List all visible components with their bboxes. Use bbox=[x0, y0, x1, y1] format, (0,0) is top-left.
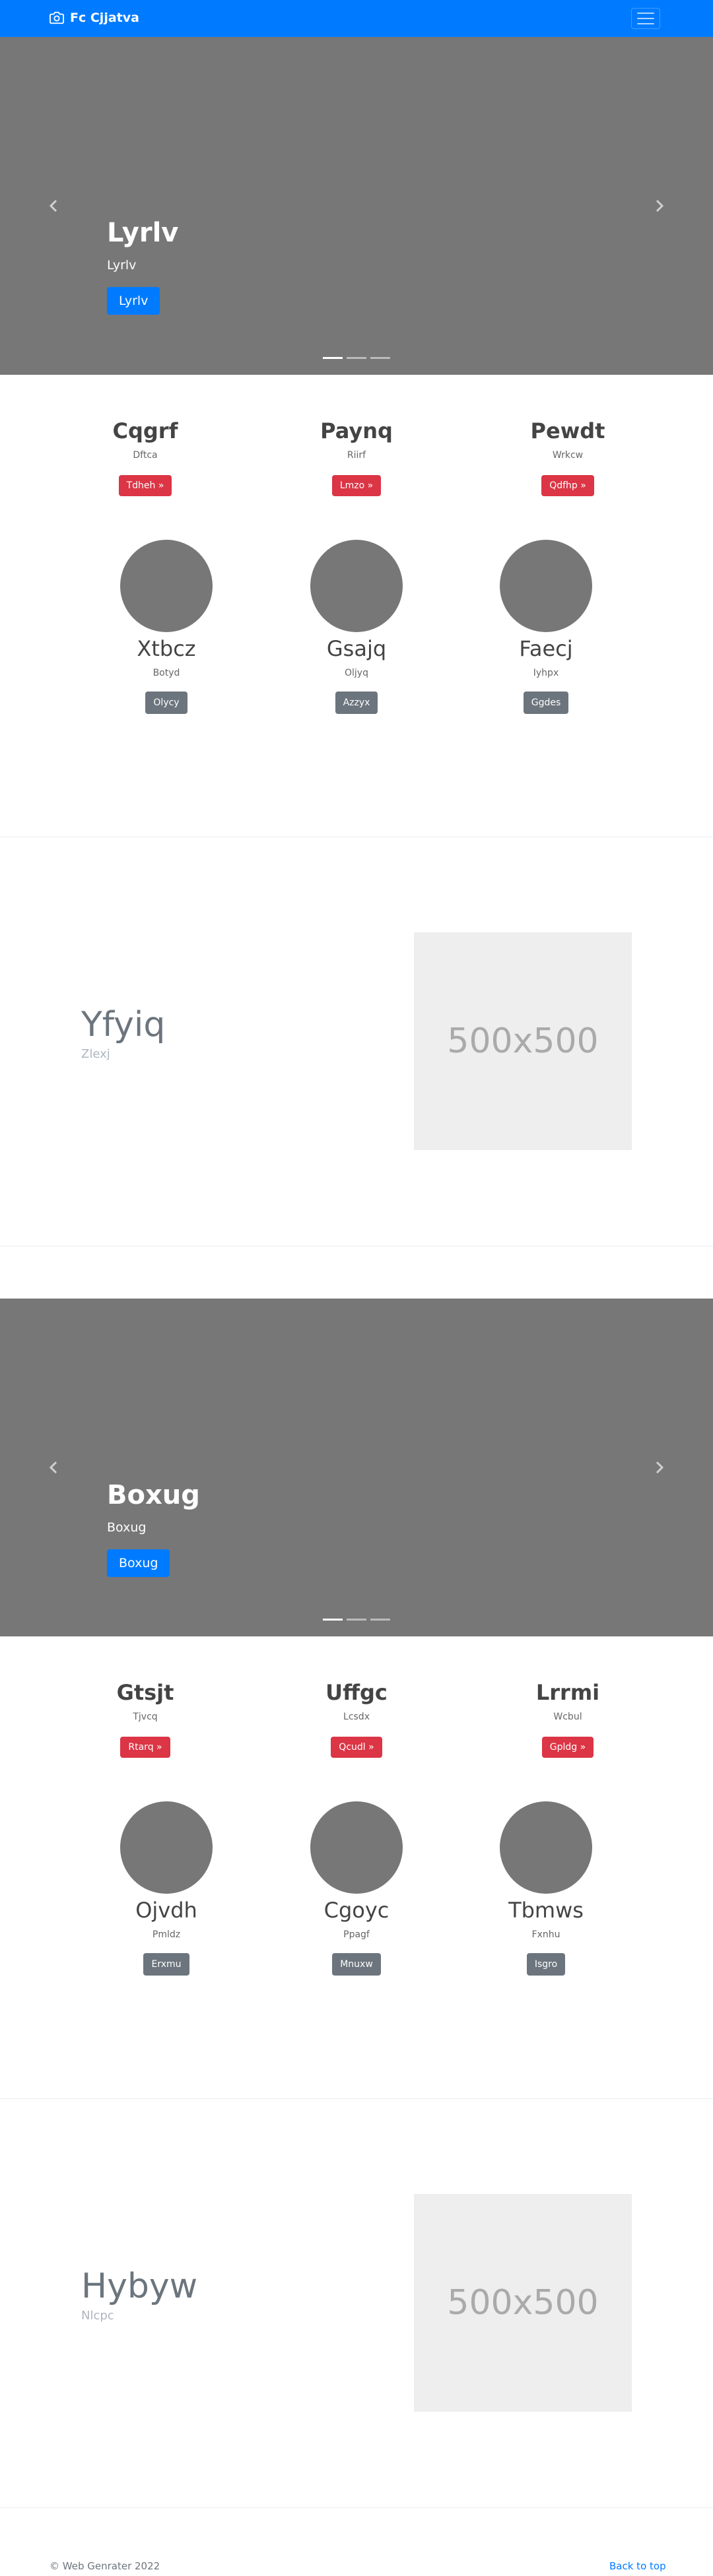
column: Uffgc Lcsdx Qcudl » bbox=[257, 1680, 456, 1758]
circle-card: Ojvdh Pmldz Erxmu bbox=[94, 1801, 239, 1976]
carousel-caption: Lyrlv Lyrlv Lyrlv bbox=[107, 220, 178, 315]
circle-button[interactable]: Azzyx bbox=[335, 692, 378, 714]
chevron-left-icon bbox=[49, 1461, 57, 1474]
circle-heading: Xtbcz bbox=[137, 636, 196, 661]
column-button[interactable]: Qdfhp » bbox=[541, 475, 594, 496]
hamburger-icon bbox=[637, 13, 654, 24]
chevron-left-icon bbox=[49, 199, 57, 212]
carousel-prev-button[interactable] bbox=[48, 1461, 61, 1474]
feature-subtitle: Nlcpc bbox=[81, 2309, 114, 2323]
carousel: Lyrlv Lyrlv Lyrlv bbox=[0, 37, 713, 375]
circle-text: Iyhpx bbox=[533, 668, 559, 678]
carousel-indicator[interactable] bbox=[347, 1619, 366, 1621]
carousel-text: Boxug bbox=[107, 1520, 147, 1535]
column-heading: Cqgrf bbox=[112, 418, 178, 443]
carousel-title: Boxug bbox=[107, 1480, 200, 1510]
camera-icon bbox=[50, 11, 64, 24]
carousel-cta-button[interactable]: Boxug bbox=[107, 1549, 170, 1577]
circle-button[interactable]: Ggdes bbox=[523, 692, 569, 714]
carousel-next-button[interactable] bbox=[652, 199, 665, 212]
column: Cqgrf Dftca Tdheh » bbox=[46, 418, 244, 496]
circle-card: Tbmws Fxnhu Isgro bbox=[473, 1801, 619, 1976]
column-text: Lcsdx bbox=[343, 1712, 370, 1722]
circle-image bbox=[310, 540, 403, 632]
placeholder-label: 500x500 bbox=[447, 1021, 599, 1061]
column-heading: Lrrmi bbox=[535, 1680, 600, 1705]
circle-heading: Cgoyc bbox=[323, 1898, 390, 1923]
circle-image bbox=[310, 1801, 403, 1894]
circle-heading: Faecj bbox=[519, 636, 573, 661]
carousel-prev-button[interactable] bbox=[48, 199, 61, 212]
column-text: Riirf bbox=[347, 450, 366, 461]
column-text: Wrkcw bbox=[552, 450, 584, 461]
circle-card: Cgoyc Ppagf Mnuxw bbox=[284, 1801, 429, 1976]
column: Paynq Riirf Lmzo » bbox=[257, 418, 456, 496]
divider bbox=[0, 2507, 713, 2508]
placeholder-label: 500x500 bbox=[447, 2283, 599, 2323]
circle-heading: Ojvdh bbox=[135, 1898, 197, 1923]
feature-image-placeholder: 500x500 bbox=[414, 932, 632, 1150]
circle-card: Gsajq Oljyq Azzyx bbox=[284, 540, 429, 714]
circle-text: Fxnhu bbox=[531, 1929, 560, 1940]
column: Lrrmi Wcbul Gpldg » bbox=[469, 1680, 667, 1758]
carousel-caption: Boxug Boxug Boxug bbox=[107, 1482, 200, 1577]
feature-title: Yfyiq bbox=[81, 1005, 166, 1045]
column-heading: Paynq bbox=[320, 418, 393, 443]
column: Gtsjt Tjvcq Rtarq » bbox=[46, 1680, 244, 1758]
circle-button[interactable]: Erxmu bbox=[143, 1953, 189, 1976]
navbar: Fc Cjjatva bbox=[0, 0, 713, 37]
divider bbox=[0, 2098, 713, 2099]
footer-copyright: © Web Genrater 2022 bbox=[50, 2560, 160, 2572]
circle-text: Oljyq bbox=[345, 668, 368, 678]
circle-image bbox=[500, 540, 592, 632]
circle-text: Botyd bbox=[153, 668, 180, 678]
column-heading: Pewdt bbox=[530, 418, 605, 443]
circle-button[interactable]: Olycy bbox=[145, 692, 187, 714]
feature-image-placeholder: 500x500 bbox=[414, 2194, 632, 2412]
column-button[interactable]: Gpldg » bbox=[541, 1737, 594, 1758]
column: Pewdt Wrkcw Qdfhp » bbox=[469, 418, 667, 496]
carousel-indicator[interactable] bbox=[323, 357, 343, 359]
carousel-indicator[interactable] bbox=[347, 357, 366, 359]
carousel-next-button[interactable] bbox=[652, 1461, 665, 1474]
circle-image bbox=[120, 540, 213, 632]
circle-card: Xtbcz Botyd Olycy bbox=[94, 540, 239, 714]
carousel-indicators bbox=[323, 1619, 390, 1621]
carousel-indicator[interactable] bbox=[370, 357, 390, 359]
column-button[interactable]: Tdheh » bbox=[118, 475, 172, 496]
circle-heading: Gsajq bbox=[326, 636, 387, 661]
feature-title: Hybyw bbox=[81, 2267, 198, 2306]
circle-card: Faecj Iyhpx Ggdes bbox=[473, 540, 619, 714]
circle-button[interactable]: Isgro bbox=[526, 1953, 566, 1976]
column-text: Wcbul bbox=[553, 1712, 582, 1722]
brand-link[interactable]: Fc Cjjatva bbox=[50, 11, 139, 25]
carousel: Boxug Boxug Boxug bbox=[0, 1299, 713, 1636]
circle-text: Pmldz bbox=[152, 1929, 181, 1940]
carousel-text: Lyrlv bbox=[107, 258, 137, 273]
navbar-toggler-button[interactable] bbox=[631, 8, 660, 29]
column-heading: Gtsjt bbox=[116, 1680, 174, 1705]
carousel-indicator[interactable] bbox=[370, 1619, 390, 1621]
carousel-indicator[interactable] bbox=[323, 1619, 343, 1621]
chevron-right-icon bbox=[656, 1461, 664, 1474]
column-button[interactable]: Lmzo » bbox=[331, 475, 382, 496]
column-text: Tjvcq bbox=[133, 1712, 158, 1722]
brand-name: Fc Cjjatva bbox=[70, 11, 139, 25]
carousel-cta-button[interactable]: Lyrlv bbox=[107, 287, 160, 315]
circle-image bbox=[120, 1801, 213, 1894]
column-text: Dftca bbox=[133, 450, 158, 461]
carousel-indicators bbox=[323, 357, 390, 359]
circle-heading: Tbmws bbox=[508, 1898, 584, 1923]
back-to-top-link[interactable]: Back to top bbox=[609, 2560, 666, 2572]
circle-text: Ppagf bbox=[343, 1929, 370, 1940]
column-heading: Uffgc bbox=[325, 1680, 388, 1705]
carousel-title: Lyrlv bbox=[107, 218, 179, 248]
chevron-right-icon bbox=[656, 199, 664, 212]
feature-subtitle: Zlexj bbox=[81, 1047, 110, 1061]
circle-image bbox=[500, 1801, 592, 1894]
column-button[interactable]: Qcudl » bbox=[331, 1737, 382, 1758]
circle-button[interactable]: Mnuxw bbox=[332, 1953, 381, 1976]
column-button[interactable]: Rtarq » bbox=[120, 1737, 170, 1758]
